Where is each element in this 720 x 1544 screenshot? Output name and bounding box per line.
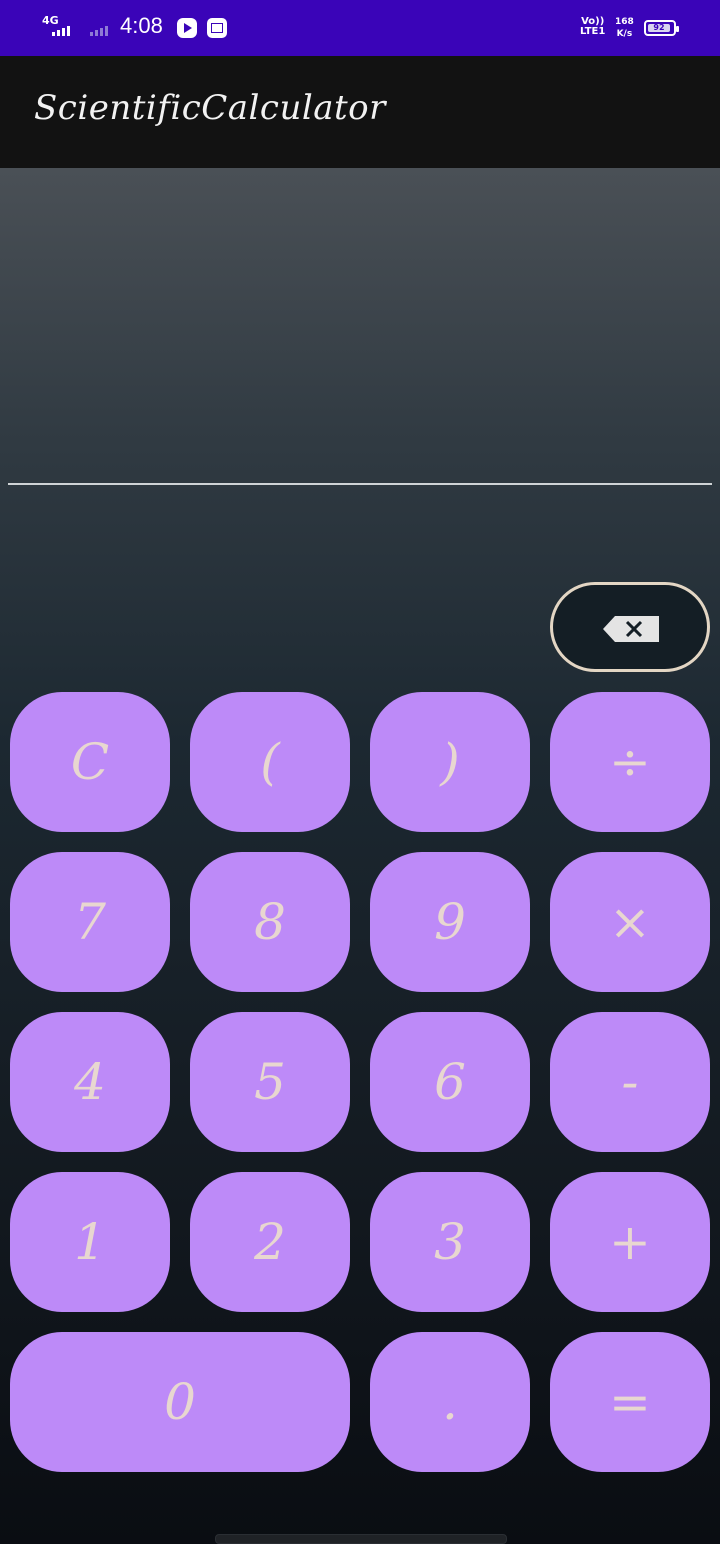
digit-0-button[interactable]: 0 — [10, 1332, 350, 1472]
network-speed: 168 K/s — [615, 16, 634, 40]
speed-value: 168 — [615, 17, 634, 27]
equals-button[interactable]: = — [550, 1332, 710, 1472]
divide-button[interactable]: ÷ — [550, 692, 710, 832]
volte-indicator: Vo)) LTE1 — [580, 17, 605, 37]
speed-unit: K/s — [616, 29, 633, 39]
digit-5-button[interactable]: 5 — [190, 1012, 350, 1152]
display-divider — [8, 483, 712, 485]
digit-8-button[interactable]: 8 — [190, 852, 350, 992]
open-paren-button[interactable]: ( — [190, 692, 350, 832]
digit-9-button[interactable]: 9 — [370, 852, 530, 992]
close-paren-button[interactable]: ) — [370, 692, 530, 832]
status-bar: 4G 4:08 Vo)) LTE1 168 K/s 92 — [0, 0, 720, 56]
backspace-icon — [603, 616, 659, 642]
app-bar: ScientificCalculator — [0, 56, 720, 168]
clock: 4:08 — [120, 13, 163, 38]
calculator-body: C ( ) ÷ 7 8 9 × 4 5 6 - 1 2 3 + 0 . = — [0, 168, 720, 1544]
digit-2-button[interactable]: 2 — [190, 1172, 350, 1312]
clear-button[interactable]: C — [10, 692, 170, 832]
display-area — [0, 168, 720, 484]
digit-6-button[interactable]: 6 — [370, 1012, 530, 1152]
signal-sim2-icon — [90, 26, 108, 36]
youtube-icon — [177, 18, 197, 38]
decimal-point-button[interactable]: . — [370, 1332, 530, 1472]
battery-level: 92 — [648, 24, 670, 32]
mail-icon — [207, 18, 227, 38]
digit-3-button[interactable]: 3 — [370, 1172, 530, 1312]
backspace-button[interactable] — [550, 582, 710, 672]
volte-bottom: LTE1 — [580, 26, 606, 37]
gesture-nav-handle[interactable] — [215, 1534, 507, 1544]
multiply-button[interactable]: × — [550, 852, 710, 992]
battery-icon: 92 — [644, 20, 679, 36]
digit-1-button[interactable]: 1 — [10, 1172, 170, 1312]
network-type: 4G — [42, 15, 59, 26]
digit-4-button[interactable]: 4 — [10, 1012, 170, 1152]
plus-button[interactable]: + — [550, 1172, 710, 1312]
app-title: ScientificCalculator — [34, 88, 386, 128]
minus-button[interactable]: - — [550, 1012, 710, 1152]
digit-7-button[interactable]: 7 — [10, 852, 170, 992]
signal-icon — [52, 26, 70, 36]
